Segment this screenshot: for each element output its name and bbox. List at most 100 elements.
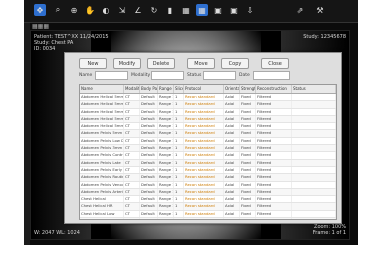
move-button[interactable]: Move (187, 58, 215, 69)
protocol-dialog[interactable]: New Modify Delete Move Copy Close Name M… (64, 52, 342, 224)
layout-2-icon[interactable]: ▦ (180, 4, 192, 16)
protocol-table[interactable]: NameModalityBody PartRangeSlicesProtocol… (79, 84, 337, 220)
filter-date-input[interactable] (253, 71, 290, 80)
column-header[interactable]: Slices (174, 85, 184, 93)
table-cell: CT (124, 108, 140, 115)
table-cell: Range 1 (159, 145, 174, 152)
table-row[interactable]: Abdomen Pelvis 5mm CT Default Range 1 1 Recon… (80, 130, 336, 138)
table-cell: CT (124, 130, 140, 137)
table-row[interactable]: Abdomen Helical 5mm 3DCTDefaultRange 11R… (80, 101, 336, 109)
table-row[interactable]: Abdomen Pelvis Low DoseCTDefaultRange 11… (80, 137, 336, 146)
zoom-area-icon[interactable]: ⊕ (68, 4, 80, 16)
rotate-icon[interactable]: ↻ (148, 4, 160, 16)
column-header[interactable]: Range (158, 85, 174, 93)
copy-button[interactable]: Copy (221, 58, 249, 69)
column-header[interactable]: Orientation (224, 85, 240, 93)
table-row[interactable]: Abdomen Pelvis 3mm CT Default Range 1 1 Recon… (80, 145, 336, 153)
table-cell: Fixed (240, 203, 256, 210)
table-cell: Default (140, 181, 158, 188)
table-cell: Default (140, 166, 158, 174)
overlay-line: Study: 12345678 (303, 34, 346, 40)
delete-button[interactable]: Delete (147, 58, 175, 69)
table-cell: CT (124, 152, 140, 159)
table-cell: Recon standard (184, 94, 224, 101)
pan-icon[interactable]: ✋ (84, 4, 96, 16)
export-icon[interactable]: ⇩ (244, 4, 256, 16)
toolbar: ✥ ⌕ ⊕ ✋ ◐ ⇲ ∠ ↻ ▮ ▦ ▦ ▣ ▣ ⇩ ⇗ ⚒ (24, 0, 358, 23)
table-cell: Range 1 (159, 166, 174, 174)
table-cell: Abdomen Pelvis 5mm (81, 130, 124, 137)
pointer-icon[interactable]: ✥ (34, 4, 46, 16)
tools-icon[interactable]: ⚒ (314, 4, 326, 16)
table-row[interactable]: Abdomen Pelvis Arterial CT Default Range 11… (80, 188, 336, 197)
table-row[interactable]: Abdomen Pelvis Early CT Default Range 1 1 Rec… (80, 166, 336, 175)
overlay-top-left: Patient: TEST^XX 11/24/2015 Study: Chest… (34, 34, 109, 52)
table-row[interactable]: Abdomen Helical 5mm C CT Default Range 1 1 Re… (80, 123, 336, 131)
table-cell: CT (124, 101, 140, 108)
column-header[interactable]: Strength (240, 85, 256, 93)
column-header[interactable]: Name (80, 85, 124, 93)
column-header[interactable]: Protocol (184, 85, 224, 93)
share-icon[interactable]: ⇗ (294, 4, 306, 16)
column-header[interactable]: Reconstruction (256, 85, 292, 93)
table-row[interactable]: Chest Helical CT Default Range 1 1 Recon stan… (80, 196, 336, 204)
table-cell (292, 94, 336, 101)
table-row[interactable]: Abdomen Pelvis Late CT Default Range 1 1 Reco… (80, 159, 336, 167)
filter-row: Name Modality Status Date (79, 71, 329, 80)
table-cell: CT (124, 115, 140, 123)
table-cell: Fixed (240, 123, 256, 130)
table-row[interactable]: Chest Helical HR CT Default Range 1 1 Recon s… (80, 203, 336, 211)
table-cell: Filtered (256, 203, 292, 210)
layout-1-icon[interactable]: ▮ (164, 4, 176, 16)
table-row[interactable]: Chest Helical Low CT Default Range 1 1 Recon … (80, 210, 336, 219)
table-cell: Range 1 (159, 115, 174, 123)
table-row[interactable]: Abdomen Helical 5mm B CT Default Range 1 1 Re… (80, 115, 336, 124)
table-cell: Filtered (256, 196, 292, 203)
table-row[interactable]: Abdomen Pelvis Venous CT Default Range 1 1 Re… (80, 181, 336, 189)
table-cell: Abdomen Helical 5mm (81, 94, 124, 101)
table-cell (292, 101, 336, 108)
table-cell (292, 152, 336, 159)
table-cell: Range 1 (159, 101, 174, 108)
table-cell: Filtered (256, 181, 292, 188)
column-header[interactable]: Body Part (140, 85, 158, 93)
table-row[interactable]: Chest RoutineCTDefaultRange 11Recon stan… (80, 218, 336, 219)
table-cell: Fixed (240, 130, 256, 137)
table-cell: CT (124, 94, 140, 101)
column-header[interactable]: Status (292, 85, 336, 93)
table-cell: Axial (224, 210, 240, 218)
table-row[interactable]: Abdomen Helical 5mm CT Default Range 1 1 Reco… (80, 94, 336, 102)
table-cell: Axial (224, 94, 240, 101)
angle-icon[interactable]: ∠ (132, 4, 144, 16)
table-cell: Recon standard (184, 108, 224, 115)
filter-status-input[interactable] (203, 71, 236, 80)
table-row[interactable]: Abdomen Helical 5mm A CT Default Range 1 1 Re… (80, 108, 336, 116)
table-cell: Filtered (256, 108, 292, 115)
filter-modality-input[interactable] (151, 71, 184, 80)
table-cell: Axial (224, 108, 240, 115)
table-cell: Axial (224, 218, 240, 219)
overlay-line: Frame: 1 of 1 (312, 230, 346, 236)
table-row[interactable]: Abdomen Pelvis Contrast CT Default Range 11… (80, 152, 336, 160)
modify-button[interactable]: Modify (113, 58, 141, 69)
window-level-icon[interactable]: ◐ (100, 4, 112, 16)
table-cell: Default (140, 115, 158, 123)
series-2-icon[interactable]: ▣ (228, 4, 240, 16)
series-icon[interactable]: ▣ (212, 4, 224, 16)
table-cell: Filtered (256, 159, 292, 166)
filter-name-input[interactable] (95, 71, 128, 80)
table-row[interactable]: Abdomen Pelvis Routine CT Default Range 11R… (80, 174, 336, 182)
table-cell: Recon standard (184, 145, 224, 152)
new-button[interactable]: New (79, 58, 107, 69)
table-cell: 1 (174, 94, 184, 101)
table-cell: 1 (174, 115, 184, 123)
table-cell (292, 188, 336, 196)
measure-icon[interactable]: ⇲ (116, 4, 128, 16)
overlay-bottom-left: W: 2047 WL: 1024 (34, 230, 80, 236)
table-cell: Recon standard (184, 130, 224, 137)
close-button[interactable]: Close (261, 58, 289, 69)
column-header[interactable]: Modality (124, 85, 140, 93)
zoom-icon[interactable]: ⌕ (52, 4, 64, 16)
grid-icon[interactable]: ▦ (196, 4, 208, 16)
table-cell: Range 1 (159, 108, 174, 115)
